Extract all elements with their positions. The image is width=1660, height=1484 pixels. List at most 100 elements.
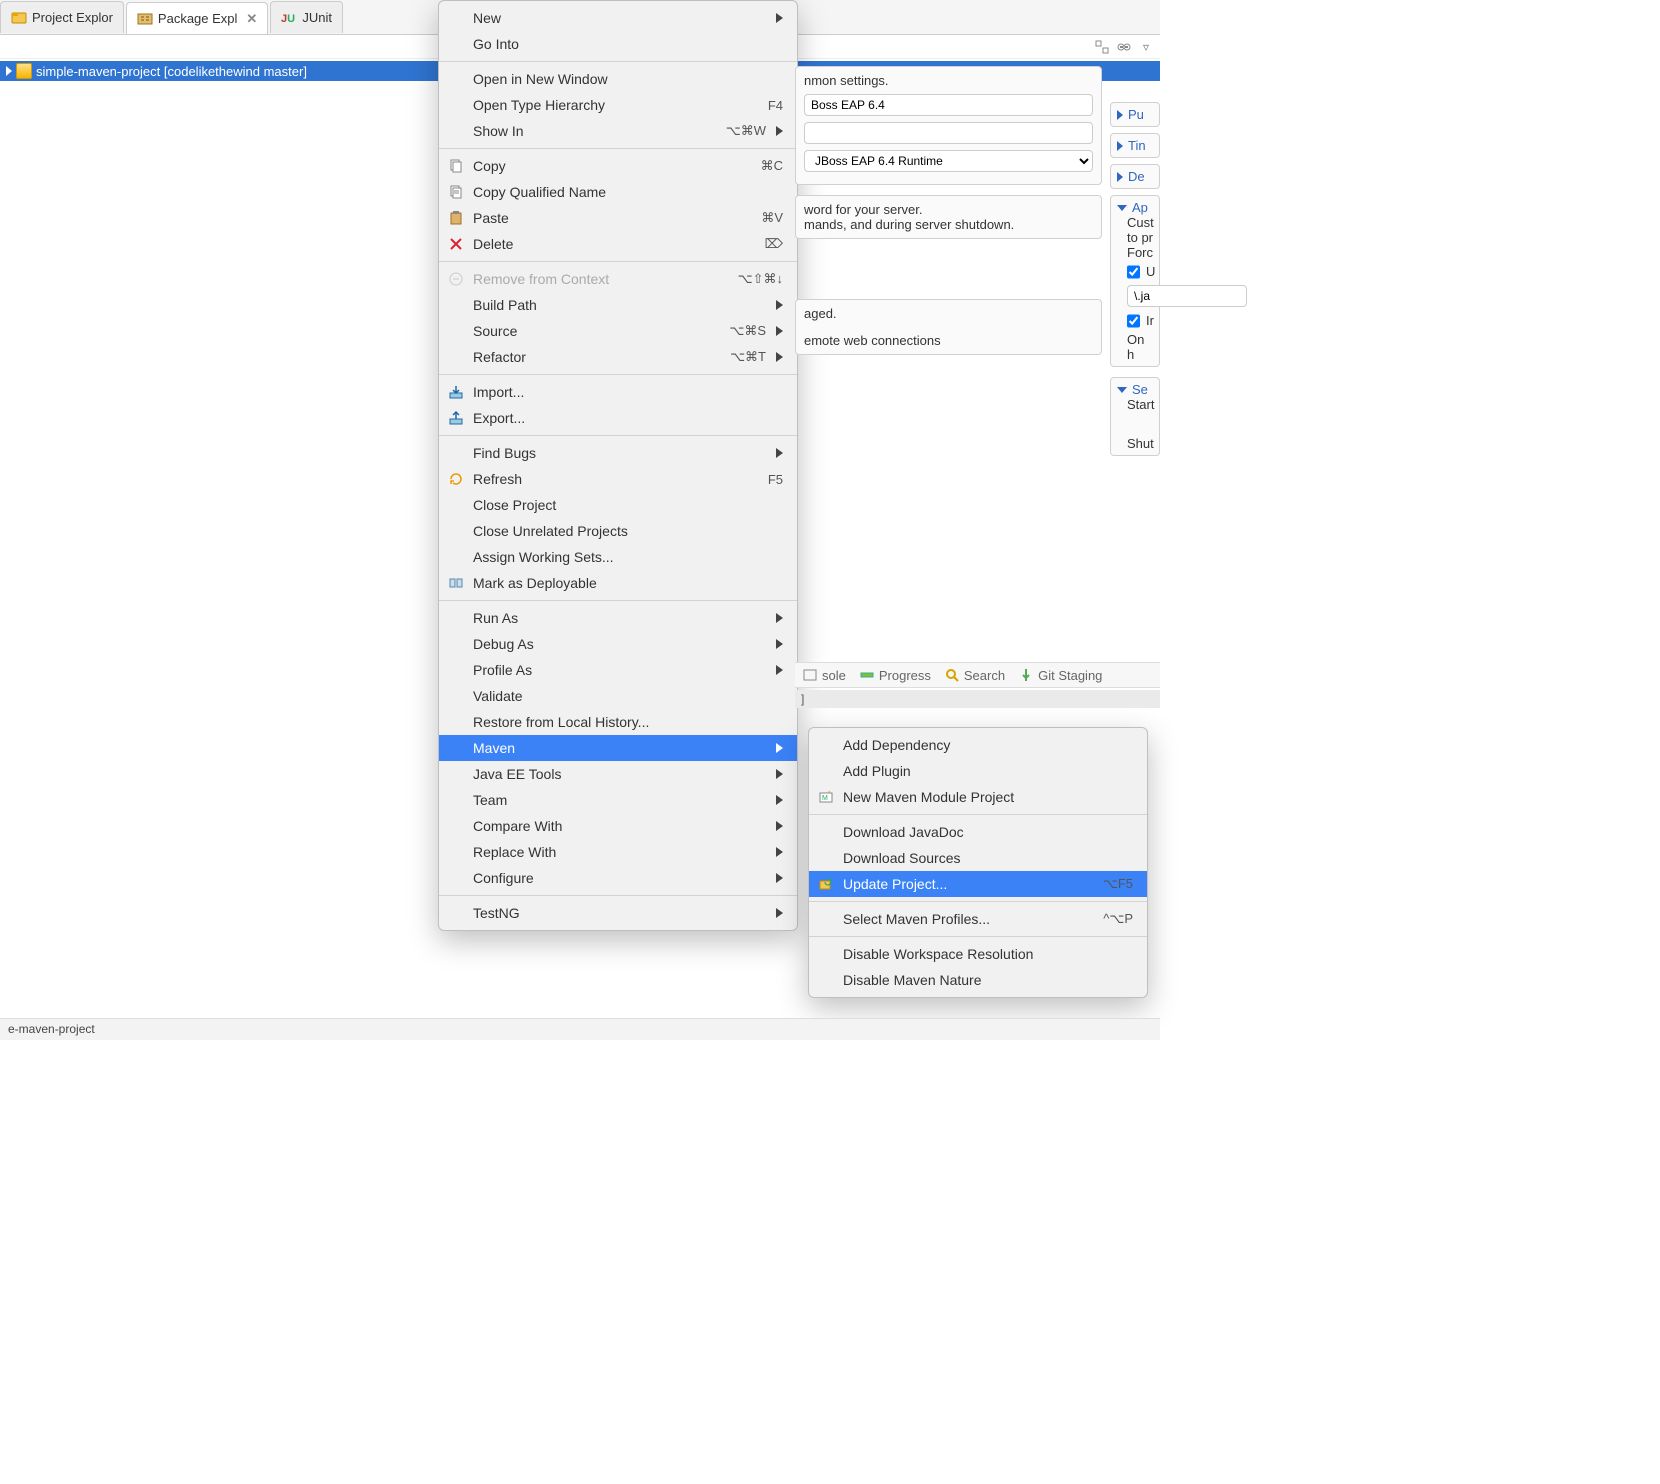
ap-chk-u[interactable]: [1127, 265, 1140, 279]
ap-filter-field[interactable]: [1127, 285, 1247, 307]
ap-chk-ir[interactable]: [1127, 314, 1140, 328]
menu-item-label: Update Project...: [843, 876, 1087, 892]
maven-item-new-maven-module-project[interactable]: M*New Maven Module Project: [809, 784, 1147, 810]
section-de[interactable]: De: [1117, 169, 1153, 184]
maven-item-select-maven-profiles[interactable]: Select Maven Profiles...^⌥P: [809, 906, 1147, 932]
ctx-item-new[interactable]: New: [439, 5, 797, 31]
chevron-right-icon: [776, 13, 783, 23]
tab-label: JUnit: [302, 10, 332, 25]
ctx-item-mark-as-deployable[interactable]: Mark as Deployable: [439, 570, 797, 596]
section-ap[interactable]: Ap: [1117, 200, 1153, 215]
tab-search[interactable]: Search: [945, 668, 1005, 683]
menu-item-label: Download JavaDoc: [843, 824, 1133, 840]
tab-git-staging[interactable]: Git Staging: [1019, 668, 1102, 683]
ctx-item-run-as[interactable]: Run As: [439, 605, 797, 631]
menu-item-label: Team: [473, 792, 766, 808]
ctx-item-maven[interactable]: Maven: [439, 735, 797, 761]
ctx-item-replace-with[interactable]: Replace With: [439, 839, 797, 865]
collapse-all-icon[interactable]: [1094, 39, 1110, 55]
ctx-item-copy-qualified-name[interactable]: Copy Qualified Name: [439, 179, 797, 205]
menu-item-label: Debug As: [473, 636, 766, 652]
ctx-item-restore-from-local-history[interactable]: Restore from Local History...: [439, 709, 797, 735]
delete-x-icon: [447, 235, 465, 253]
menu-item-label: Compare With: [473, 818, 766, 834]
ctx-item-close-unrelated-projects[interactable]: Close Unrelated Projects: [439, 518, 797, 544]
menu-shortcut: F4: [768, 98, 783, 113]
ctx-item-team[interactable]: Team: [439, 787, 797, 813]
server-editor-panel: nmon settings. JBoss EAP 6.4 Runtime wor…: [795, 66, 1160, 365]
link-editor-icon[interactable]: [1116, 39, 1132, 55]
menu-item-label: Delete: [473, 236, 749, 252]
maven-item-update-project[interactable]: Update Project... ⌥F5: [809, 871, 1147, 897]
ap-cust: Cust: [1127, 215, 1153, 230]
ap-onh: On h: [1127, 332, 1153, 362]
section-se[interactable]: Se: [1117, 382, 1153, 397]
ctx-item-configure[interactable]: Configure: [439, 865, 797, 891]
ctx-item-refresh[interactable]: RefreshF5: [439, 466, 797, 492]
ctx-item-paste[interactable]: Paste⌘V: [439, 205, 797, 231]
menu-item-label: Export...: [473, 410, 783, 426]
chevron-right-icon: [776, 873, 783, 883]
server-name-field[interactable]: [804, 94, 1093, 116]
ctx-item-java-ee-tools[interactable]: Java EE Tools: [439, 761, 797, 787]
server-host-field[interactable]: [804, 122, 1093, 144]
paste-icon: [447, 209, 465, 227]
ctx-item-open-in-new-window[interactable]: Open in New Window: [439, 66, 797, 92]
maven-item-disable-maven-nature[interactable]: Disable Maven Nature: [809, 967, 1147, 993]
maven-item-add-dependency[interactable]: Add Dependency: [809, 732, 1147, 758]
menu-item-label: Java EE Tools: [473, 766, 766, 782]
chevron-right-icon: [776, 743, 783, 753]
ctx-item-debug-as[interactable]: Debug As: [439, 631, 797, 657]
ctx-item-find-bugs[interactable]: Find Bugs: [439, 440, 797, 466]
maven-item-add-plugin[interactable]: Add Plugin: [809, 758, 1147, 784]
ctx-item-testng[interactable]: TestNG: [439, 900, 797, 926]
ctx-item-open-type-hierarchy[interactable]: Open Type HierarchyF4: [439, 92, 797, 118]
remove-context-icon: [447, 270, 465, 288]
menu-item-label: Remove from Context: [473, 271, 722, 287]
menu-separator: [439, 61, 797, 62]
section-tin[interactable]: Tin: [1117, 138, 1153, 153]
ctx-item-show-in[interactable]: Show In⌥⌘W: [439, 118, 797, 144]
ctx-item-refactor[interactable]: Refactor⌥⌘T: [439, 344, 797, 370]
menu-item-label: Refresh: [473, 471, 752, 487]
ctx-item-copy[interactable]: Copy⌘C: [439, 153, 797, 179]
tab-junit[interactable]: JU JUnit: [270, 1, 343, 33]
menu-item-label: Show In: [473, 123, 710, 139]
tab-package-explorer[interactable]: Package Expl ✕: [126, 2, 268, 34]
ctx-item-compare-with[interactable]: Compare With: [439, 813, 797, 839]
menu-shortcut: ⌥⌘S: [729, 323, 766, 339]
ctx-item-validate[interactable]: Validate: [439, 683, 797, 709]
maven-item-download-javadoc[interactable]: Download JavaDoc: [809, 819, 1147, 845]
menu-item-label: Replace With: [473, 844, 766, 860]
runtime-select[interactable]: JBoss EAP 6.4 Runtime: [804, 150, 1093, 172]
ctx-item-delete[interactable]: Delete⌦: [439, 231, 797, 257]
ctx-item-source[interactable]: Source⌥⌘S: [439, 318, 797, 344]
ctx-item-export[interactable]: Export...: [439, 405, 797, 431]
tab-project-explorer[interactable]: Project Explor: [0, 1, 124, 33]
tab-console[interactable]: sole: [803, 668, 846, 683]
ctx-item-build-path[interactable]: Build Path: [439, 292, 797, 318]
menu-item-label: Mark as Deployable: [473, 575, 783, 591]
chevron-right-icon[interactable]: [6, 66, 12, 76]
menu-separator: [439, 374, 797, 375]
close-icon[interactable]: ✕: [246, 11, 257, 27]
menu-shortcut: ⌘V: [761, 210, 783, 226]
menu-item-label: Download Sources: [843, 850, 1133, 866]
ctx-item-remove-from-context: Remove from Context⌥⇧⌘↓: [439, 266, 797, 292]
maven-item-disable-workspace-resolution[interactable]: Disable Workspace Resolution: [809, 941, 1147, 967]
ctx-item-profile-as[interactable]: Profile As: [439, 657, 797, 683]
deployable-icon: [447, 574, 465, 592]
chevron-right-icon: [776, 847, 783, 857]
ctx-item-assign-working-sets[interactable]: Assign Working Sets...: [439, 544, 797, 570]
search-icon: [945, 668, 959, 682]
menu-shortcut: ⌘C: [761, 158, 783, 174]
menu-shortcut: ⌥F5: [1103, 876, 1133, 892]
ctx-item-close-project[interactable]: Close Project: [439, 492, 797, 518]
view-menu-icon[interactable]: ▿: [1138, 39, 1154, 55]
tab-progress[interactable]: Progress: [860, 668, 931, 683]
section-pu[interactable]: Pu: [1117, 107, 1153, 122]
menu-item-label: Copy Qualified Name: [473, 184, 783, 200]
maven-item-download-sources[interactable]: Download Sources: [809, 845, 1147, 871]
ctx-item-import[interactable]: Import...: [439, 379, 797, 405]
ctx-item-go-into[interactable]: Go Into: [439, 31, 797, 57]
